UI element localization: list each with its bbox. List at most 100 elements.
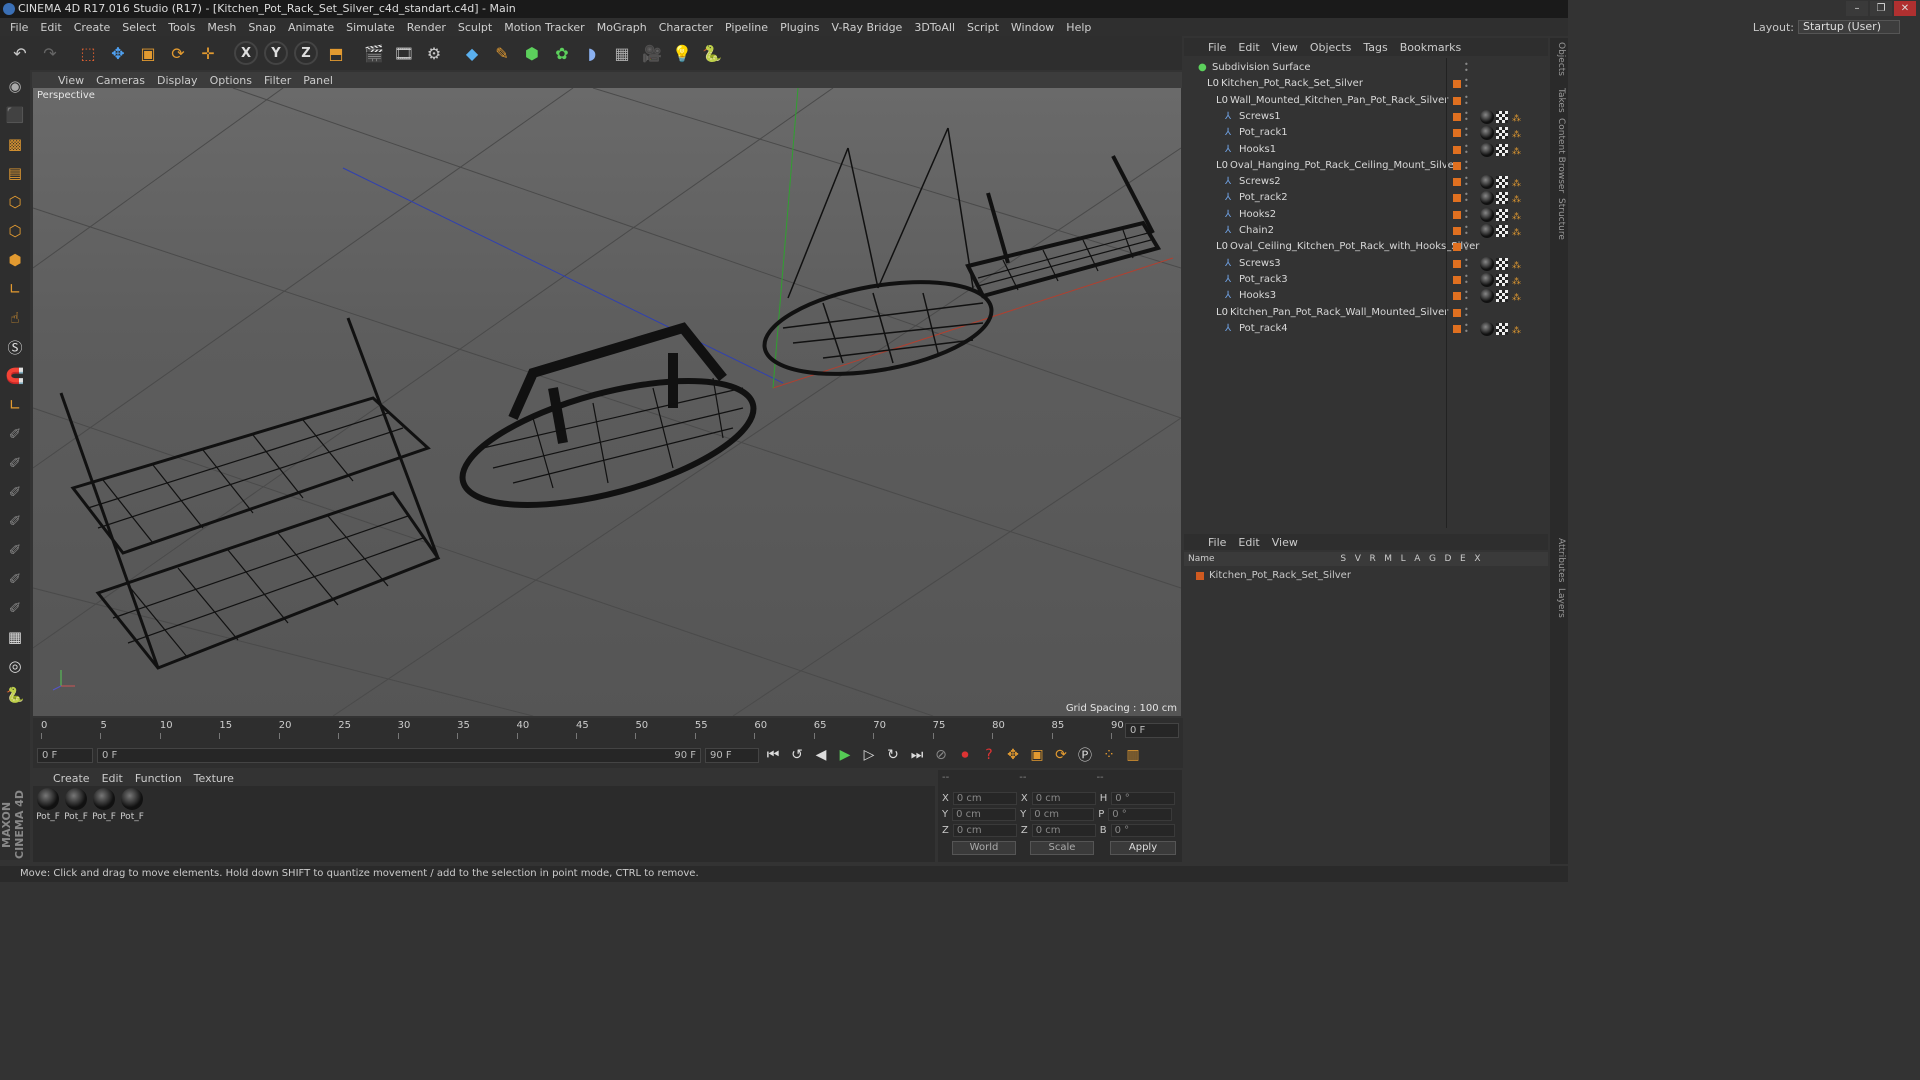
object-row[interactable]: L0 Wall_Mounted_Kitchen_Pan_Pot_Rack_Silv… <box>1184 93 1548 109</box>
edges-mode-icon[interactable]: ⬡ <box>2 218 28 244</box>
visibility-dots[interactable]: • • <box>1464 61 1469 75</box>
uvw-tag-icon[interactable] <box>1496 225 1508 237</box>
visibility-dots[interactable]: • • <box>1464 272 1469 286</box>
material-swatch[interactable]: Pot_F <box>63 788 89 822</box>
layer-menu-edit[interactable]: Edit <box>1232 536 1265 549</box>
object-menu-tags[interactable]: Tags <box>1357 41 1393 54</box>
menu-script[interactable]: Script <box>961 21 1005 34</box>
menu-3dtoall[interactable]: 3DToAll <box>908 21 961 34</box>
object-menu-file[interactable]: File <box>1202 41 1232 54</box>
timeline-ruler[interactable]: 0 5 10 15 20 25 30 35 40 45 50 55 60 65 70 75 80 85 90 0 F <box>33 718 1183 742</box>
layer-color-tag[interactable] <box>1453 275 1461 284</box>
layer-menu-file[interactable]: File <box>1202 536 1232 549</box>
scale-dropdown[interactable]: Scale <box>1030 841 1094 855</box>
material-menu-function[interactable]: Function <box>129 772 188 785</box>
material-swatch[interactable]: Pot_F <box>91 788 117 822</box>
coord-value-field[interactable]: 0 cm <box>1031 792 1096 805</box>
make-editable-icon[interactable]: ◉ <box>2 73 28 99</box>
render-view-icon[interactable]: 🎬 <box>360 39 388 67</box>
coord-value-field[interactable]: 0 cm <box>1030 808 1095 821</box>
object-row[interactable]: ⅄ Pot_rack1 • • ⁂ <box>1184 125 1548 141</box>
material-tag-icon[interactable] <box>1480 109 1494 124</box>
uvw-tag-icon[interactable] <box>1496 110 1508 123</box>
object-menu-objects[interactable]: Objects <box>1304 41 1358 54</box>
visibility-dots[interactable]: • • <box>1464 77 1469 91</box>
viewport-menu-view[interactable]: View <box>52 74 90 87</box>
visibility-dots[interactable]: • • <box>1464 191 1469 205</box>
sculpt-smooth-icon[interactable]: ✐ <box>2 479 28 505</box>
layer-color-tag[interactable] <box>1453 161 1461 170</box>
uvw-tag-icon[interactable] <box>1496 208 1508 221</box>
coord-value-field[interactable]: 0 cm <box>952 792 1017 805</box>
sculpt-brush-icon[interactable]: ✐ <box>2 421 28 447</box>
coordinate-system-icon[interactable]: ⬒ <box>322 39 350 67</box>
object-row[interactable]: L0 Oval_Hanging_Pot_Rack_Ceiling_Mount_Si… <box>1184 158 1548 174</box>
material-tag-icon[interactable] <box>1480 256 1494 271</box>
coord-value-field[interactable]: 0 cm <box>952 824 1017 837</box>
current-frame-field[interactable]: 0 F <box>1125 723 1179 738</box>
snap-icon[interactable]: Ⓢ <box>2 334 28 360</box>
end-frame-field[interactable]: 90 F <box>705 747 759 763</box>
move-icon[interactable]: ✥ <box>104 39 132 67</box>
object-row[interactable]: L0 Kitchen_Pot_Rack_Set_Silver • • <box>1184 76 1548 92</box>
key-param-icon[interactable]: Ⓟ <box>1075 745 1095 765</box>
menu-create[interactable]: Create <box>68 21 117 34</box>
maximize-button[interactable]: ❐ <box>1870 1 1892 16</box>
menu-motion-tracker[interactable]: Motion Tracker <box>498 21 590 34</box>
object-row[interactable]: ⅄ Chain2 • • ⁂ <box>1184 223 1548 239</box>
object-row[interactable]: ⅄ Hooks1 • • ⁂ <box>1184 142 1548 158</box>
layer-color-tag[interactable] <box>1453 292 1461 301</box>
axis-mode-icon[interactable]: ∟ <box>2 276 28 302</box>
scale-icon[interactable]: ▣ <box>134 39 162 67</box>
object-row[interactable]: L0 Oval_Ceiling_Kitchen_Pot_Rack_with_Hoo… <box>1184 239 1548 255</box>
workplane-icon[interactable]: ▤ <box>2 160 28 186</box>
undo-icon[interactable]: ↶ <box>6 39 34 67</box>
object-menu-view[interactable]: View <box>1266 41 1304 54</box>
menu-edit[interactable]: Edit <box>34 21 67 34</box>
viewport-menu-cameras[interactable]: Cameras <box>90 74 151 87</box>
layer-color-tag[interactable] <box>1453 259 1461 268</box>
viewport-menu-options[interactable]: Options <box>204 74 258 87</box>
object-row[interactable]: ⅄ Screws1 • • ⁂ <box>1184 109 1548 125</box>
layout-dropdown[interactable]: Startup (User) <box>1798 20 1900 34</box>
camera-icon[interactable]: 🎥 <box>638 39 666 67</box>
material-tag-icon[interactable] <box>1480 207 1494 222</box>
layer-color-tag[interactable] <box>1453 80 1461 89</box>
layer-menu-view[interactable]: View <box>1266 536 1304 549</box>
tab-objects[interactable]: Objects <box>1552 42 1566 76</box>
menu-window[interactable]: Window <box>1005 21 1060 34</box>
visibility-dots[interactable]: • • <box>1464 158 1469 172</box>
autokey-icon[interactable]: ? <box>979 745 999 765</box>
polygons-mode-icon[interactable]: ⬢ <box>2 247 28 273</box>
layer-color-tag[interactable] <box>1453 210 1461 219</box>
redo-icon[interactable]: ↷ <box>36 39 64 67</box>
select-icon[interactable]: ⬚ <box>74 39 102 67</box>
python-icon[interactable]: 🐍 <box>698 39 726 67</box>
tab-content-browser[interactable]: Content Browser <box>1552 118 1566 193</box>
tab-layers[interactable]: Layers <box>1552 588 1566 618</box>
menu-file[interactable]: File <box>4 21 34 34</box>
visibility-dots[interactable]: • • <box>1464 109 1469 123</box>
apply-button[interactable]: Apply <box>1110 841 1176 855</box>
frame-range-slider[interactable]: 0 F 90 F <box>97 747 701 763</box>
uvw-tag-icon[interactable] <box>1496 127 1508 140</box>
material-tag-icon[interactable] <box>1480 191 1494 206</box>
sculpt-inflate-icon[interactable]: ✐ <box>2 537 28 563</box>
object-row[interactable]: ⅄ Hooks2 • • ⁂ <box>1184 207 1548 223</box>
layer-color-tag[interactable] <box>1453 227 1461 235</box>
visibility-dots[interactable]: • • <box>1464 207 1469 221</box>
layer-row[interactable]: Kitchen_Pot_Rack_Set_Silver <box>1196 570 1351 581</box>
go-to-start-icon[interactable]: ⏮ <box>763 745 783 765</box>
material-swatch[interactable]: Pot_F <box>35 788 61 822</box>
layer-color-tag[interactable] <box>1453 178 1461 187</box>
material-swatch[interactable]: Pot_F <box>119 788 145 822</box>
object-menu-bookmarks[interactable]: Bookmarks <box>1394 41 1467 54</box>
layer-color-tag[interactable] <box>1453 96 1461 105</box>
sculpt-grab-icon[interactable]: ✐ <box>2 566 28 592</box>
uvw-tag-icon[interactable] <box>1496 257 1508 270</box>
move-plus-icon[interactable]: ✛ <box>194 39 222 67</box>
coord-value-field[interactable]: 0 ° <box>1111 792 1176 805</box>
menu-plugins[interactable]: Plugins <box>774 21 825 34</box>
sculpt-flatten-icon[interactable]: ✐ <box>2 508 28 534</box>
key-pla-icon[interactable]: ⁘ <box>1099 745 1119 765</box>
